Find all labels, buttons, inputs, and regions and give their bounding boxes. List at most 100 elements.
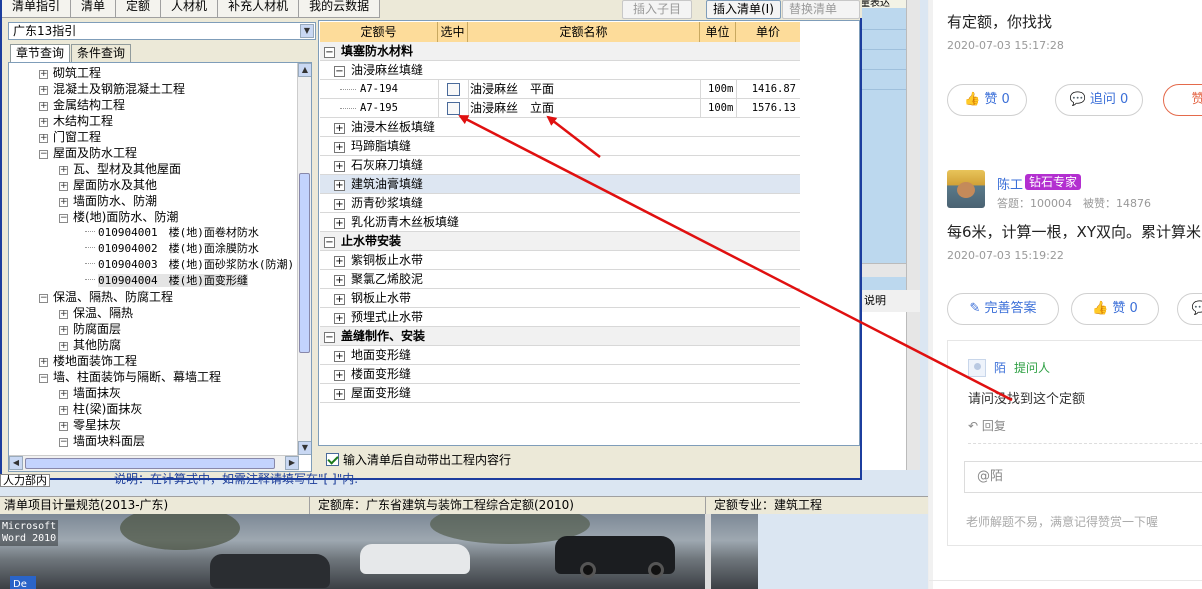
comment-button[interactable]: 💬 [1177,293,1202,325]
tree-node[interactable]: − 楼(地)面防水、防潮 [59,209,178,225]
scroll-down-icon[interactable]: ▼ [298,441,311,455]
expand-icon[interactable]: + [39,358,48,367]
expand-icon[interactable]: + [39,70,48,79]
group-row[interactable]: − 油浸麻丝填缝 [320,61,800,80]
tab-extra-labor-material[interactable]: 补充人材机 [218,0,300,18]
expand-icon[interactable]: + [39,102,48,111]
group-row[interactable]: + 预埋式止水带 [320,308,800,327]
collapse-icon[interactable]: − [59,214,68,223]
group-row[interactable]: + 楼面变形缝 [320,365,800,384]
header-unit[interactable]: 单位 [700,22,736,42]
collapse-icon[interactable]: − [59,438,68,447]
scroll-thumb[interactable] [25,458,275,469]
collapse-icon[interactable]: − [39,374,48,383]
tab-labor-material[interactable]: 人材机 [161,0,219,18]
expand-icon[interactable]: + [39,118,48,127]
expand-icon[interactable]: + [59,390,68,399]
tree-vertical-scrollbar[interactable]: ▲ ▼ [297,63,311,455]
collapse-icon[interactable]: − [324,47,335,58]
checkbox-checked[interactable] [326,453,339,466]
expand-icon[interactable]: + [59,326,68,335]
quota-row[interactable]: A7-195 油浸麻丝 立面 100m 1576.13 [320,99,800,118]
group-row[interactable]: + 石灰麻刀填缝 [320,156,800,175]
avatar[interactable] [947,170,985,208]
tree-node[interactable]: + 防腐面层 [59,321,121,337]
tree-node[interactable]: + 混凝土及钢筋混凝土工程 [39,81,185,97]
quota-row[interactable]: A7-194 油浸麻丝 平面 100m 1416.87 [320,80,800,99]
scroll-right-icon[interactable]: ▶ [285,456,299,470]
group-row[interactable]: + 地面变形缝 [320,346,800,365]
expand-icon[interactable]: + [59,342,68,351]
group-row[interactable]: + 屋面变形缝 [320,384,800,403]
tree-node[interactable]: + 其他防腐 [59,337,121,353]
expand-icon[interactable]: + [39,86,48,95]
tree-node[interactable]: 010904002 楼(地)面涂膜防水 [85,241,259,257]
tab-condition-query[interactable]: 条件查询 [71,44,132,62]
tab-quota[interactable]: 定额 [116,0,162,18]
tree-node[interactable]: + 柱(梁)面抹灰 [59,401,142,417]
insert-child-button[interactable]: 插入子目 [622,0,692,19]
tree-node[interactable]: + 门窗工程 [39,129,101,145]
tree-node[interactable]: + 砌筑工程 [39,65,101,81]
auto-bring-option[interactable]: 输入清单后自动带出工程内容行 [318,448,860,474]
expand-icon[interactable]: + [39,134,48,143]
collapse-icon[interactable]: − [39,294,48,303]
expand-icon[interactable]: + [334,256,345,267]
group-row[interactable]: + 聚氯乙烯胶泥 [320,270,800,289]
select-checkbox[interactable] [447,102,460,115]
header-quota-code[interactable]: 定额号 [320,22,438,42]
tree-node[interactable]: + 墙面抹灰 [59,385,121,401]
tree-node[interactable]: + 瓦、型材及其他屋面 [59,161,181,177]
tree-node[interactable]: − 保温、隔热、防腐工程 [39,289,173,305]
expand-icon[interactable]: + [334,294,345,305]
improve-answer-button[interactable]: ✎ 完善答案 [947,293,1059,325]
expand-icon[interactable]: + [334,180,345,191]
taskbar-icon[interactable]: De [10,576,36,589]
collapse-icon[interactable]: − [39,150,48,159]
group-row[interactable]: + 油浸木丝板填缝 [320,118,800,137]
tree-node[interactable]: − 屋面及防水工程 [39,145,137,161]
section-row[interactable]: − 止水带安装 [320,232,800,251]
expand-icon[interactable]: + [334,313,345,324]
tree-node[interactable]: + 保温、隔热 [59,305,133,321]
tree-horizontal-scrollbar[interactable]: ◀ ▶ [9,455,299,471]
chevron-down-icon[interactable]: ▼ [300,24,314,38]
group-row[interactable]: + 建筑油膏填缝 [320,175,800,194]
tree-node[interactable]: − 墙、柱面装饰与隔断、幕墙工程 [39,369,221,385]
group-row[interactable]: + 沥青砂浆填缝 [320,194,800,213]
reply-input[interactable]: @陌 [964,461,1202,493]
header-quota-name[interactable]: 定额名称 [468,22,700,42]
expand-icon[interactable]: + [59,310,68,319]
tree-node[interactable]: + 零星抹灰 [59,417,121,433]
expand-icon[interactable]: + [59,166,68,175]
expand-icon[interactable]: + [334,218,345,229]
collapse-icon[interactable]: − [334,66,345,77]
header-selected[interactable]: 选中 [438,22,468,42]
tree-node[interactable]: + 金属结构工程 [39,97,125,113]
background-hscroll[interactable] [860,263,906,277]
tree-node[interactable]: − 墙面块料面层 [59,433,145,449]
select-checkbox[interactable] [447,83,460,96]
tree-node[interactable]: 010904004 楼(地)面变形缝 [85,273,248,289]
scroll-up-icon[interactable]: ▲ [298,63,311,77]
group-row[interactable]: + 玛蹄脂填缝 [320,137,800,156]
expand-icon[interactable]: + [59,422,68,431]
word-shortcut-label[interactable]: Microsoft Word 2010 [0,520,59,546]
expand-icon[interactable]: + [334,142,345,153]
tab-list[interactable]: 清单 [71,0,117,18]
expand-icon[interactable]: + [334,351,345,362]
tree-node[interactable]: + 墙面防水、防潮 [59,193,157,209]
collapse-icon[interactable]: − [324,237,335,248]
expand-icon[interactable]: + [334,389,345,400]
library-select[interactable]: 广东13指引 ▼ [8,22,316,40]
group-row[interactable]: + 紫铜板止水带 [320,251,800,270]
scroll-thumb[interactable] [299,173,310,353]
expand-icon[interactable]: + [59,406,68,415]
avatar[interactable] [968,359,986,377]
group-row[interactable]: + 乳化沥青木丝板填缝 [320,213,800,232]
tab-chapter-query[interactable]: 章节查询 [10,44,71,63]
expand-icon[interactable]: + [59,182,68,191]
group-row[interactable]: + 钢板止水带 [320,289,800,308]
like-button[interactable]: 👍 赞 0 [1071,293,1159,325]
expert-name[interactable]: 陈工 [997,174,1023,193]
